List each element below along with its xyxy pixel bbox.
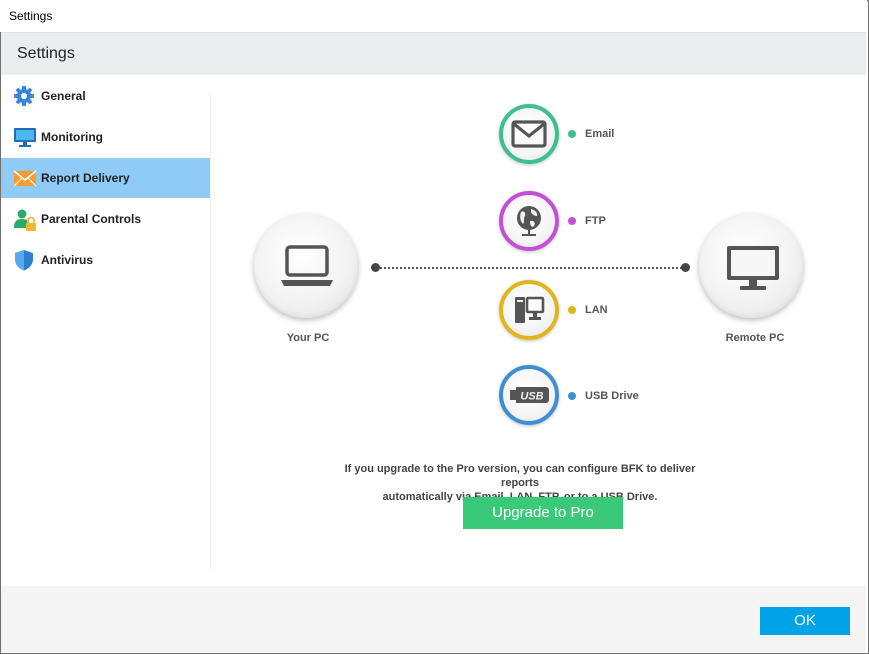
remote-pc-label: Remote PC <box>725 332 785 344</box>
email-label: Email <box>585 128 615 140</box>
connection-start-dot <box>371 263 380 272</box>
sidebar-item-label: General <box>41 89 86 103</box>
usb-label: USB Drive <box>585 390 639 402</box>
parental-lock-icon <box>13 208 37 231</box>
gear-icon <box>13 85 37 107</box>
upgrade-message-line1: If you upgrade to the Pro version, you c… <box>344 463 696 489</box>
svg-text:USB: USB <box>520 391 543 403</box>
sidebar-item-label: Parental Controls <box>41 212 142 226</box>
laptop-icon <box>281 245 333 286</box>
sidebar-item-parental-controls[interactable]: Parental Controls <box>1 199 210 239</box>
globe-icon <box>517 206 541 236</box>
dialog-footer <box>1 586 866 652</box>
settings-header: Settings <box>1 32 866 75</box>
connection-end-dot <box>681 263 690 272</box>
ftp-method-circle <box>499 191 559 251</box>
email-method-circle <box>499 104 559 164</box>
sidebar-item-label: Antivirus <box>41 253 94 267</box>
lan-method-circle <box>499 280 559 340</box>
lan-status-dot <box>568 306 576 314</box>
your-pc-node <box>254 214 358 318</box>
sidebar-item-monitoring[interactable]: Monitoring <box>1 117 210 157</box>
ok-button[interactable]: OK <box>760 607 850 635</box>
envelope-icon <box>511 120 547 148</box>
connection-line <box>376 267 686 269</box>
shield-icon <box>13 249 37 271</box>
window-title: Settings <box>9 9 53 23</box>
desktop-monitor-icon <box>727 246 779 290</box>
sidebar-item-label: Monitoring <box>41 130 103 144</box>
page-title: Settings <box>17 45 75 62</box>
title-bar: Settings <box>0 0 867 32</box>
computer-tower-icon <box>515 296 545 323</box>
sidebar-item-report-delivery[interactable]: Report Delivery <box>1 158 210 198</box>
usb-icon: USB <box>510 387 549 403</box>
sidebar-item-label: Report Delivery <box>41 171 130 185</box>
email-status-dot <box>568 130 576 138</box>
your-pc-label: Your PC <box>286 332 330 344</box>
sidebar-item-general[interactable]: General <box>1 76 210 116</box>
ftp-status-dot <box>568 217 576 225</box>
usb-method-circle: USB <box>499 365 559 425</box>
upgrade-to-pro-button[interactable]: Upgrade to Pro <box>463 497 623 529</box>
monitor-icon <box>13 126 37 148</box>
lan-label: LAN <box>585 304 608 316</box>
remote-pc-node <box>699 214 803 318</box>
envelope-icon <box>13 167 37 189</box>
sidebar-item-antivirus[interactable]: Antivirus <box>1 240 210 280</box>
usb-status-dot <box>568 392 576 400</box>
ftp-label: FTP <box>585 215 606 227</box>
sidebar: General Monitoring Report Delivery Paren… <box>1 76 210 586</box>
